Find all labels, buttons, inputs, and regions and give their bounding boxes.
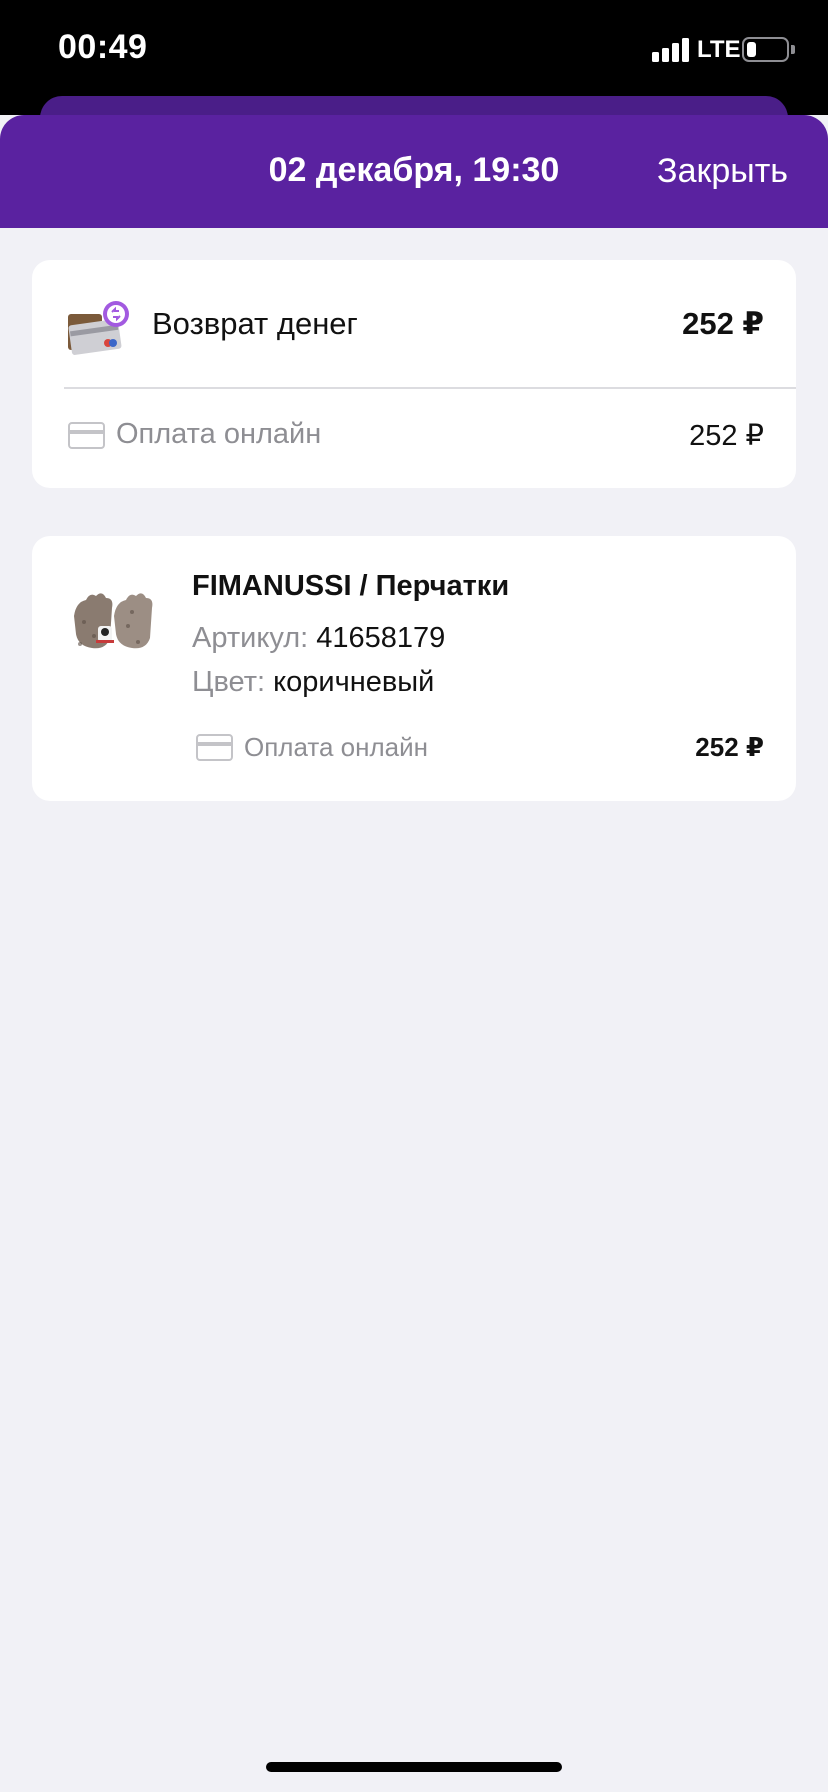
home-indicator[interactable] — [266, 1762, 562, 1772]
payment-amount: 252 ₽ — [689, 420, 764, 452]
signal-icon — [652, 36, 692, 62]
product-payment-label: Оплата онлайн — [244, 732, 428, 762]
sku-value: 41658179 — [316, 622, 446, 654]
credit-card-icon — [68, 422, 105, 449]
gloves-image — [74, 593, 153, 649]
battery-icon — [742, 37, 789, 62]
close-button[interactable]: Закрыть — [657, 152, 788, 191]
product-card[interactable]: FIMANUSSI / Перчатки Артикул: 41658179 Ц… — [32, 536, 796, 801]
network-label: LTE — [697, 36, 741, 63]
color-label: Цвет: — [192, 666, 266, 698]
refund-amount: 252 ₽ — [682, 306, 764, 341]
status-time: 00:49 — [58, 28, 148, 66]
refund-card-icon — [68, 301, 129, 355]
product-payment-amount: 252 ₽ — [695, 732, 764, 762]
color-value: коричневый — [273, 666, 435, 698]
refund-label: Возврат денег — [152, 306, 358, 341]
refund-card: Возврат денег 252 ₽ Оплата онлайн 252 ₽ — [32, 260, 796, 488]
payment-method-label: Оплата онлайн — [116, 418, 322, 450]
product-color: Цвет: коричневый — [192, 666, 434, 699]
divider — [64, 387, 796, 389]
product-sku: Артикул: 41658179 — [192, 622, 445, 655]
credit-card-icon — [196, 734, 233, 761]
modal-header: 02 декабря, 19:30 Закрыть — [0, 115, 828, 228]
sku-label: Артикул: — [192, 622, 309, 654]
product-title: FIMANUSSI / Перчатки — [192, 570, 510, 602]
battery-cap — [791, 45, 795, 54]
